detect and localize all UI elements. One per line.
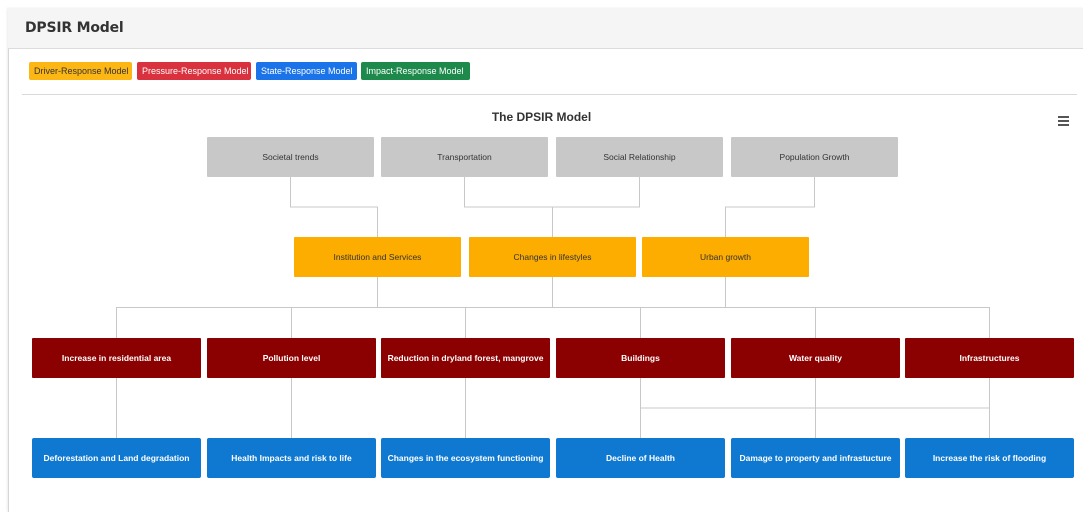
state-node-label: Pollution level bbox=[263, 353, 321, 363]
state-node[interactable]: Reduction in dryland forest, mangrove bbox=[381, 338, 550, 378]
connector-line bbox=[377, 277, 466, 338]
impact-node[interactable]: Changes in the ecosystem functioning bbox=[381, 438, 550, 478]
state-node-label: Infrastructures bbox=[960, 353, 1020, 363]
pressure-node-label: Changes in lifestyles bbox=[514, 252, 592, 262]
connector-line bbox=[725, 177, 815, 237]
connector-lines bbox=[116, 177, 990, 438]
impact-node[interactable]: Increase the risk of flooding bbox=[905, 438, 1074, 478]
pressure-node[interactable]: Urban growth bbox=[642, 237, 809, 277]
impact-node-label: Deforestation and Land degradation bbox=[44, 453, 190, 463]
driver-node[interactable]: Social Relationship bbox=[556, 137, 723, 177]
impact-node[interactable]: Damage to property and infrastucture bbox=[731, 438, 900, 478]
state-node-label: Reduction in dryland forest, mangrove bbox=[388, 353, 544, 363]
driver-node[interactable]: Population Growth bbox=[731, 137, 898, 177]
driver-node-label: Transportation bbox=[437, 152, 492, 162]
impact-node[interactable]: Health Impacts and risk to life bbox=[207, 438, 376, 478]
connector-line bbox=[640, 277, 726, 338]
state-node[interactable]: Buildings bbox=[556, 338, 725, 378]
state-node[interactable]: Water quality bbox=[731, 338, 900, 378]
state-node[interactable]: Infrastructures bbox=[905, 338, 1074, 378]
connector-line bbox=[552, 177, 640, 237]
pressure-node[interactable]: Institution and Services bbox=[294, 237, 461, 277]
impact-node-label: Changes in the ecosystem functioning bbox=[388, 453, 544, 463]
connector-line bbox=[725, 277, 990, 338]
driver-node-label: Population Growth bbox=[780, 152, 850, 162]
impact-node-label: Increase the risk of flooding bbox=[933, 453, 1046, 463]
state-node-label: Water quality bbox=[789, 353, 842, 363]
impact-node-label: Decline of Health bbox=[606, 453, 675, 463]
impact-node[interactable]: Decline of Health bbox=[556, 438, 725, 478]
pressure-node-label: Urban growth bbox=[700, 252, 751, 262]
state-node-label: Buildings bbox=[621, 353, 660, 363]
impact-node[interactable]: Deforestation and Land degradation bbox=[32, 438, 201, 478]
connector-line bbox=[291, 277, 378, 338]
connector-line bbox=[465, 277, 553, 338]
pressure-node-label: Institution and Services bbox=[334, 252, 422, 262]
impact-node-label: Damage to property and infrastucture bbox=[739, 453, 891, 463]
driver-node-label: Societal trends bbox=[262, 152, 318, 162]
connector-line bbox=[290, 177, 378, 237]
connector-line bbox=[464, 177, 553, 237]
driver-node[interactable]: Societal trends bbox=[207, 137, 374, 177]
driver-node-label: Social Relationship bbox=[603, 152, 676, 162]
state-node[interactable]: Increase in residential area bbox=[32, 338, 201, 378]
state-node-label: Increase in residential area bbox=[62, 353, 171, 363]
driver-node[interactable]: Transportation bbox=[381, 137, 548, 177]
state-node[interactable]: Pollution level bbox=[207, 338, 376, 378]
impact-node-label: Health Impacts and risk to life bbox=[231, 453, 352, 463]
connector-line bbox=[552, 277, 641, 338]
pressure-node[interactable]: Changes in lifestyles bbox=[469, 237, 636, 277]
dpsir-diagram: Societal trends Transportation Social Rela… bbox=[32, 137, 1074, 478]
